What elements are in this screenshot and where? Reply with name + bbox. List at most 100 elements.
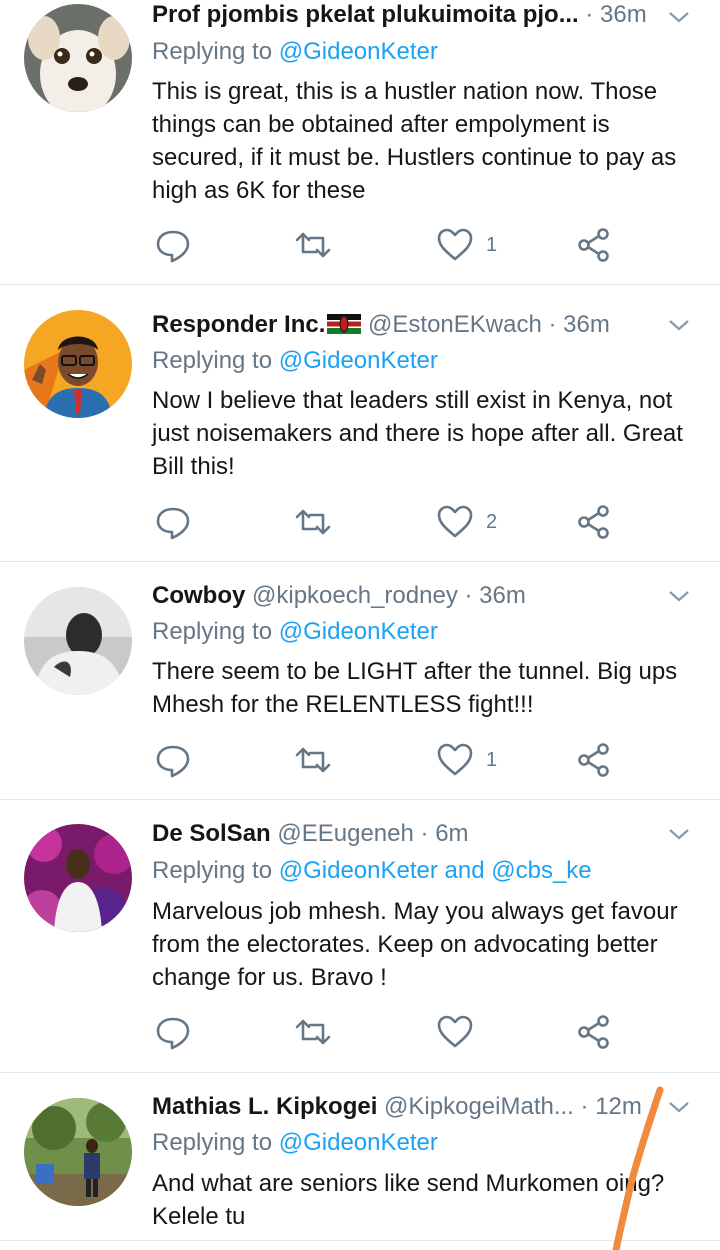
share-icon	[578, 505, 609, 539]
tweet-actions: 1	[152, 225, 632, 265]
tweet-text: And what are seniors like send Murkomen …	[152, 1170, 665, 1230]
outdoor-photo-avatar-icon	[24, 1098, 132, 1206]
replying-to-link[interactable]: @GideonKeter	[279, 618, 438, 645]
separator-dot: ·	[548, 311, 564, 338]
chevron-down-icon[interactable]	[666, 312, 692, 338]
kenya-flag-icon	[327, 314, 362, 334]
replying-to-label: Replying to	[152, 38, 273, 65]
replying-to-link[interactable]: @GideonKeter	[279, 1129, 438, 1156]
reply-button[interactable]	[154, 225, 192, 265]
retweet-icon	[295, 509, 331, 535]
reply-icon	[156, 507, 190, 540]
retweet-button[interactable]	[294, 740, 332, 780]
like-count: 2	[486, 510, 498, 533]
chevron-down-icon[interactable]	[666, 583, 692, 609]
separator-dot: ·	[580, 1093, 596, 1120]
tweet[interactable]: Responder Inc. @EstonEKwach · 36m Replyi…	[0, 284, 720, 562]
share-button[interactable]	[576, 740, 614, 780]
replying-to-link[interactable]: @GideonKeter and @cbs_ke	[279, 857, 592, 884]
reply-button[interactable]	[154, 1012, 192, 1052]
tweet[interactable]: Prof pjombis pkelat plukuimoita pjo... ·…	[0, 0, 720, 285]
heart-icon	[437, 1015, 473, 1048]
user-handle[interactable]: @kipkoech_rodney	[252, 582, 458, 609]
tweet-actions: 1	[152, 740, 632, 780]
like-button[interactable]	[436, 1012, 486, 1052]
chevron-down-icon[interactable]	[666, 4, 692, 30]
tweet[interactable]: De SolSan @EEugeneh · 6m Replying to @Gi…	[0, 799, 720, 1073]
replying-to-label: Replying to	[152, 857, 273, 884]
user-handle[interactable]: @EEugeneh	[277, 820, 413, 847]
display-name[interactable]: De SolSan	[152, 820, 271, 847]
share-button[interactable]	[576, 502, 614, 542]
share-icon	[578, 743, 609, 777]
replying-to-link[interactable]: @GideonKeter	[279, 38, 438, 65]
heart-icon	[437, 743, 473, 776]
separator-dot: ·	[585, 1, 601, 28]
tweet-text: This is great, this is a hustler nation …	[152, 78, 677, 204]
user-handle[interactable]: @KipkogeiMath...	[384, 1093, 574, 1120]
reply-icon	[156, 230, 190, 263]
display-name[interactable]: Cowboy	[152, 582, 245, 609]
timestamp[interactable]: 36m	[479, 582, 526, 609]
tweet-header: Cowboy @kipkoech_rodney · 36m	[152, 581, 660, 611]
user-handle[interactable]: @EstonEKwach	[368, 311, 542, 338]
reply-icon	[156, 1017, 190, 1050]
reply-button[interactable]	[154, 740, 192, 780]
replying-to-label: Replying to	[152, 1129, 273, 1156]
pink-background-photo-avatar-icon	[24, 824, 132, 932]
retweet-button[interactable]	[294, 225, 332, 265]
retweet-button[interactable]	[294, 502, 332, 542]
timestamp[interactable]: 36m	[600, 1, 647, 28]
chevron-down-icon[interactable]	[666, 821, 692, 847]
replying-to-label: Replying to	[152, 618, 273, 645]
like-count: 1	[486, 233, 498, 256]
replying-to: Replying to @GideonKeter	[152, 37, 438, 67]
retweet-icon	[295, 232, 331, 258]
chevron-down-icon[interactable]	[666, 1094, 692, 1120]
share-button[interactable]	[576, 1012, 614, 1052]
tweet-header: De SolSan @EEugeneh · 6m	[152, 819, 660, 849]
share-icon	[578, 1015, 609, 1049]
share-icon	[578, 228, 609, 262]
replying-to: Replying to @GideonKeter	[152, 617, 438, 647]
timestamp[interactable]: 6m	[435, 820, 468, 847]
avatar[interactable]	[24, 4, 132, 112]
replying-to-link[interactable]: @GideonKeter	[279, 347, 438, 374]
like-button[interactable]: 2	[436, 502, 497, 542]
tweet[interactable]: Mathias L. Kipkogei @KipkogeiMath... · 1…	[0, 1072, 720, 1241]
display-name[interactable]: Prof pjombis pkelat plukuimoita pjo...	[152, 1, 579, 28]
timestamp[interactable]: 36m	[563, 311, 610, 338]
cartoon-man-avatar-icon	[24, 310, 132, 418]
tweet-actions	[152, 1012, 632, 1052]
replying-to: Replying to @GideonKeter	[152, 1128, 438, 1158]
separator-dot: ·	[420, 820, 436, 847]
share-button[interactable]	[576, 225, 614, 265]
avatar[interactable]	[24, 824, 132, 932]
retweet-icon	[295, 1019, 331, 1045]
reply-button[interactable]	[154, 502, 192, 542]
like-count: 1	[486, 748, 498, 771]
reply-icon	[156, 745, 190, 778]
like-button[interactable]: 1	[436, 225, 497, 265]
dog-avatar-icon	[24, 4, 132, 112]
timestamp[interactable]: 12m	[595, 1093, 642, 1120]
heart-icon	[437, 228, 473, 261]
display-name[interactable]: Responder Inc.	[152, 311, 325, 338]
tweet-actions: 2	[152, 502, 632, 542]
avatar[interactable]	[24, 587, 132, 695]
avatar[interactable]	[24, 310, 132, 418]
replying-to: Replying to @GideonKeter	[152, 346, 438, 376]
avatar[interactable]	[24, 1098, 132, 1206]
tweet[interactable]: Cowboy @kipkoech_rodney · 36m Replying t…	[0, 561, 720, 800]
retweet-button[interactable]	[294, 1012, 332, 1052]
like-button[interactable]: 1	[436, 740, 497, 780]
heart-icon	[437, 505, 473, 538]
tweet-text: There seem to be LIGHT after the tunnel.…	[152, 658, 678, 718]
replying-to: Replying to @GideonKeter and @cbs_ke	[152, 856, 592, 886]
display-name[interactable]: Mathias L. Kipkogei	[152, 1093, 377, 1120]
tweet-header: Mathias L. Kipkogei @KipkogeiMath... · 1…	[152, 1092, 660, 1122]
tweet-header: Prof pjombis pkelat plukuimoita pjo... ·…	[152, 0, 660, 30]
grayscale-photo-avatar-icon	[24, 587, 132, 695]
replying-to-label: Replying to	[152, 347, 273, 374]
separator-dot: ·	[464, 582, 480, 609]
